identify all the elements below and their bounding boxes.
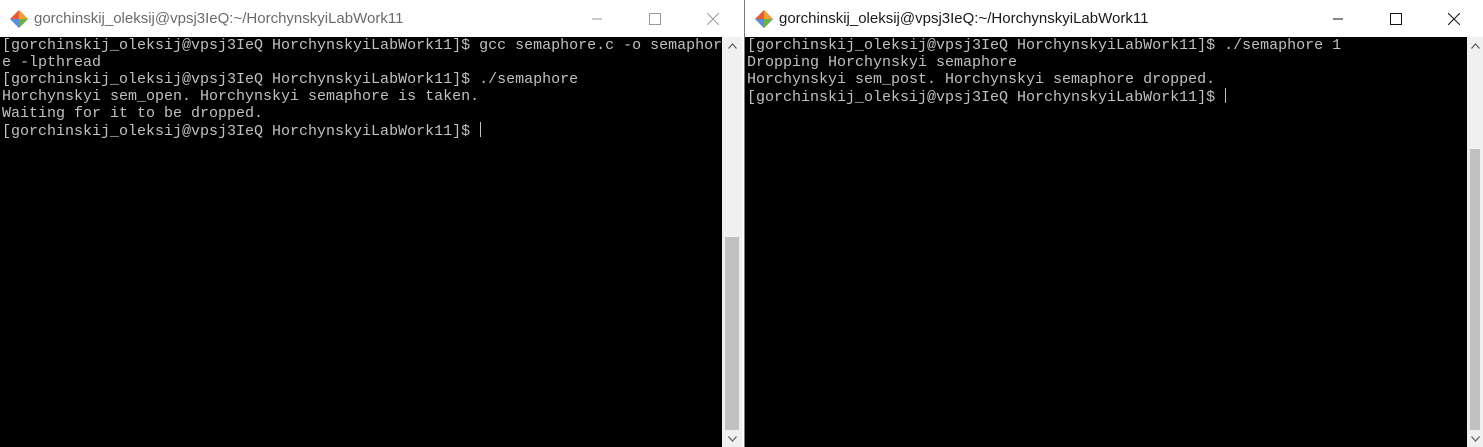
close-icon [1448,12,1460,25]
scroll-down-button[interactable] [722,430,742,447]
close-button[interactable] [684,0,742,37]
maximize-button[interactable] [1367,0,1425,37]
terminal-line: Horchynskyi sem_post. Horchynskyi semaph… [747,71,1216,88]
terminal-line: [gorchinskij_oleksij@vpsj3IeQ Horchynsky… [747,37,1342,54]
text-cursor [480,122,482,137]
terminal-line: e -lpthread [2,54,102,71]
left-vertical-scrollbar[interactable] [722,37,742,447]
terminal-prompt-line: [gorchinskij_oleksij@vpsj3IeQ Horchynsky… [745,88,1467,106]
close-icon [707,12,719,25]
terminal-line: Waiting for it to be dropped. [2,105,264,122]
chevron-up-icon [727,42,737,49]
scroll-up-button[interactable] [1467,37,1483,54]
maximize-icon [1390,12,1402,25]
right-title-bar[interactable]: gorchinskij_oleksij@vpsj3IeQ:~/Horchynsk… [745,0,1483,37]
terminal-line: [gorchinskij_oleksij@vpsj3IeQ Horchynsky… [2,37,722,54]
scrollbar-thumb[interactable] [1470,149,1480,430]
minimize-button[interactable] [1309,0,1367,37]
left-terminal-window: gorchinskij_oleksij@vpsj3IeQ:~/Horchynsk… [0,0,742,447]
minimize-icon [592,18,602,19]
terminal-line: Dropping Horchynskyi semaphore [747,54,1018,71]
right-window-title: gorchinskij_oleksij@vpsj3IeQ:~/Horchynsk… [779,10,1149,27]
minimize-button[interactable] [568,0,626,37]
terminal-line: Horchynskyi sem_open. Horchynskyi semaph… [2,88,480,105]
chevron-down-icon [727,435,737,442]
right-terminal-window: gorchinskij_oleksij@vpsj3IeQ:~/Horchynsk… [744,0,1483,447]
text-cursor [1225,88,1227,103]
left-window-controls [568,0,742,37]
right-vertical-scrollbar[interactable] [1467,37,1483,447]
putty-icon [10,9,28,28]
right-terminal-output[interactable]: [gorchinskij_oleksij@vpsj3IeQ Horchynsky… [745,37,1467,447]
terminal-prompt: [gorchinskij_oleksij@vpsj3IeQ Horchynsky… [2,123,480,140]
chevron-up-icon [1470,42,1480,49]
left-title-bar[interactable]: gorchinskij_oleksij@vpsj3IeQ:~/Horchynsk… [0,0,742,37]
scrollbar-thumb[interactable] [725,237,739,430]
putty-icon [755,9,773,28]
minimize-icon [1333,18,1343,19]
scroll-up-button[interactable] [722,37,742,54]
close-button[interactable] [1425,0,1483,37]
terminal-prompt: [gorchinskij_oleksij@vpsj3IeQ Horchynsky… [747,89,1225,106]
maximize-icon [649,12,661,25]
terminal-line: [gorchinskij_oleksij@vpsj3IeQ Horchynsky… [2,71,579,88]
maximize-button[interactable] [626,0,684,37]
terminal-prompt-line: [gorchinskij_oleksij@vpsj3IeQ Horchynsky… [0,122,722,140]
chevron-down-icon [1470,435,1480,442]
right-window-controls [1309,0,1483,37]
left-window-title: gorchinskij_oleksij@vpsj3IeQ:~/Horchynsk… [34,10,404,27]
scroll-down-button[interactable] [1467,430,1483,447]
left-terminal-output[interactable]: [gorchinskij_oleksij@vpsj3IeQ Horchynsky… [0,37,722,447]
